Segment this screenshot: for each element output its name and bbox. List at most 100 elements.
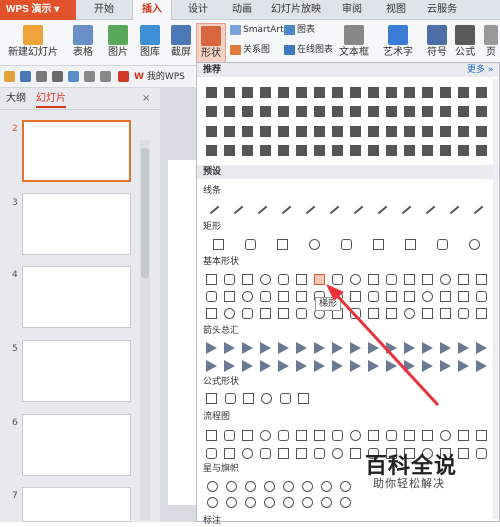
shape-option[interactable] xyxy=(296,106,307,118)
shape-option[interactable] xyxy=(296,308,307,320)
shape-option[interactable] xyxy=(261,393,273,404)
shape-option[interactable] xyxy=(314,125,325,137)
smartart-button[interactable]: SmartArt xyxy=(230,23,284,38)
shape-option[interactable] xyxy=(245,239,256,250)
shape-option[interactable] xyxy=(224,360,235,372)
shape-option[interactable] xyxy=(206,360,217,372)
shape-option[interactable] xyxy=(458,448,469,459)
shape-option[interactable] xyxy=(339,481,351,492)
shape-option[interactable] xyxy=(296,430,307,441)
shape-option[interactable] xyxy=(476,360,487,372)
shape-option[interactable] xyxy=(458,125,469,137)
shape-option[interactable] xyxy=(206,106,217,118)
shape-option[interactable] xyxy=(224,291,235,302)
shape-option[interactable] xyxy=(476,273,487,285)
shape-option[interactable] xyxy=(458,106,469,118)
shape-option[interactable] xyxy=(440,145,451,157)
shape-option[interactable] xyxy=(206,481,218,492)
shape-option[interactable] xyxy=(282,497,294,508)
shape-option[interactable] xyxy=(476,448,487,459)
shape-option[interactable] xyxy=(404,273,415,285)
shape-option[interactable] xyxy=(368,291,379,302)
customize-icon[interactable] xyxy=(118,71,129,82)
shape-option[interactable] xyxy=(314,430,325,441)
shape-option[interactable] xyxy=(368,308,379,320)
shape-option[interactable] xyxy=(242,273,253,285)
shape-option[interactable] xyxy=(314,86,325,98)
shape-option[interactable] xyxy=(404,430,415,441)
shape-option[interactable] xyxy=(206,125,217,137)
shape-option[interactable] xyxy=(350,145,361,157)
shape-option[interactable] xyxy=(244,481,256,492)
shape-option[interactable] xyxy=(405,239,416,250)
shape-option[interactable] xyxy=(386,308,397,320)
shape-option[interactable] xyxy=(476,106,487,118)
shape-option[interactable] xyxy=(476,342,487,354)
shape-option[interactable] xyxy=(260,448,271,459)
shape-option[interactable] xyxy=(350,448,361,459)
shape-option[interactable] xyxy=(301,497,313,508)
shape-option[interactable] xyxy=(332,360,343,372)
shape-option[interactable] xyxy=(244,497,256,508)
tab-slideshow[interactable]: 幻灯片放映 xyxy=(264,0,328,20)
shape-option[interactable] xyxy=(242,145,253,157)
shape-option[interactable] xyxy=(350,273,361,285)
shape-option[interactable] xyxy=(242,125,253,137)
shape-option[interactable] xyxy=(422,106,433,118)
shape-option[interactable] xyxy=(437,239,448,250)
shape-option[interactable] xyxy=(278,360,289,372)
doc-tab-my-wps[interactable]: W 我的WPS xyxy=(134,70,185,84)
shape-option[interactable] xyxy=(206,497,218,508)
shape-option[interactable] xyxy=(422,145,433,157)
shape-option[interactable] xyxy=(225,481,237,492)
shape-option[interactable] xyxy=(242,360,253,372)
shape-option[interactable] xyxy=(224,86,235,98)
slide-thumbnail[interactable] xyxy=(22,414,131,476)
shape-option[interactable] xyxy=(440,430,451,441)
more-link[interactable]: 更多 » xyxy=(467,63,493,77)
shape-option[interactable] xyxy=(242,430,253,441)
shape-option[interactable] xyxy=(260,342,271,354)
shape-option[interactable] xyxy=(296,342,307,354)
shape-option[interactable] xyxy=(476,430,487,441)
shape-option[interactable] xyxy=(422,342,433,354)
shape-option[interactable] xyxy=(422,125,433,137)
shape-option[interactable] xyxy=(404,145,415,157)
shape-option[interactable] xyxy=(422,273,433,285)
shape-option[interactable] xyxy=(368,342,379,354)
shape-option[interactable] xyxy=(458,145,469,157)
shape-option[interactable] xyxy=(425,205,436,215)
symbol-button[interactable]: 符号 xyxy=(424,23,450,63)
shape-option[interactable] xyxy=(368,360,379,372)
table-button[interactable]: 表格 xyxy=(66,23,100,63)
shape-option[interactable] xyxy=(458,342,469,354)
close-panel-button[interactable]: × xyxy=(142,92,150,106)
shape-option[interactable] xyxy=(209,205,220,215)
tab-start[interactable]: 开始 xyxy=(84,0,124,20)
shape-option[interactable] xyxy=(206,448,217,459)
shape-option[interactable] xyxy=(386,342,397,354)
shape-option[interactable] xyxy=(314,360,325,372)
shape-option[interactable] xyxy=(458,308,469,320)
shape-option[interactable] xyxy=(260,273,271,285)
shape-option[interactable] xyxy=(329,205,340,215)
shape-option[interactable] xyxy=(296,145,307,157)
shape-option[interactable] xyxy=(473,205,484,215)
shape-option[interactable] xyxy=(224,273,235,285)
shape-option[interactable] xyxy=(296,125,307,137)
shape-option[interactable] xyxy=(206,393,218,404)
shape-option[interactable] xyxy=(282,481,294,492)
chart-button[interactable]: 图表 xyxy=(284,23,315,38)
shape-option[interactable] xyxy=(332,125,343,137)
shape-option[interactable] xyxy=(281,205,292,215)
shape-option[interactable] xyxy=(404,360,415,372)
shape-option[interactable] xyxy=(213,239,224,250)
tab-animation[interactable]: 动画 xyxy=(222,0,262,20)
shape-option[interactable] xyxy=(260,125,271,137)
page-button[interactable]: 页 xyxy=(482,23,500,63)
shape-option[interactable] xyxy=(206,342,217,354)
shape-option[interactable] xyxy=(242,106,253,118)
shape-option[interactable] xyxy=(263,481,275,492)
shape-option[interactable] xyxy=(314,448,325,459)
wordart-button[interactable]: 艺术字 xyxy=(378,23,418,63)
